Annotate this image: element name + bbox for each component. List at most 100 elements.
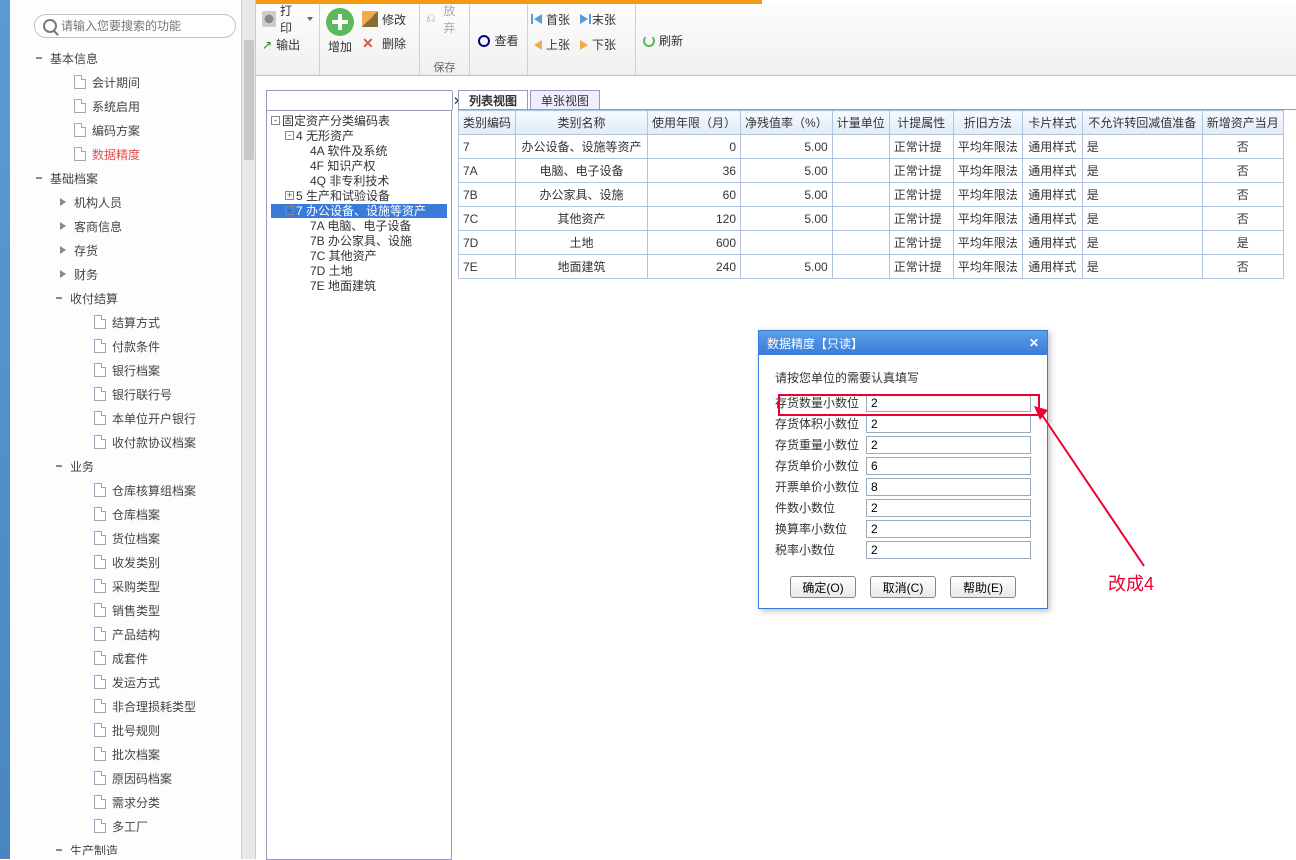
nav-leaf[interactable]: 发运方式 (20, 670, 251, 694)
tree-node[interactable]: +5 生产和试验设备 (271, 189, 447, 203)
data-grid: 类别编码类别名称使用年限（月）净残值率（%）计量单位计提属性折旧方法卡片样式不允… (458, 110, 1284, 279)
modify-button[interactable]: 修改 (362, 8, 406, 30)
nav-sub-org[interactable]: 机构人员 (20, 190, 251, 214)
nav-sub-stock[interactable]: 存货 (20, 238, 251, 262)
dialog-titlebar[interactable]: 数据精度【只读】 ✕ (759, 331, 1047, 355)
help-button[interactable]: 帮助(E) (950, 576, 1016, 598)
nav-leaf[interactable]: 成套件 (20, 646, 251, 670)
doc-icon (74, 147, 86, 161)
nav-leaf[interactable]: 需求分类 (20, 790, 251, 814)
grid-header[interactable]: 折旧方法 (953, 111, 1022, 135)
table-row[interactable]: 7A电脑、电子设备365.00正常计提平均年限法通用样式是否 (459, 159, 1284, 183)
table-row[interactable]: 7C其他资产1205.00正常计提平均年限法通用样式是否 (459, 207, 1284, 231)
nav-leaf[interactable]: 非合理损耗类型 (20, 694, 251, 718)
table-row[interactable]: 7办公设备、设施等资产05.00正常计提平均年限法通用样式是否 (459, 135, 1284, 159)
search-input[interactable] (61, 19, 227, 33)
tree-node[interactable]: 4F 知识产权 (271, 159, 447, 173)
nav-leaf[interactable]: 采购类型 (20, 574, 251, 598)
search-box[interactable] (34, 14, 236, 38)
field-input[interactable] (866, 520, 1031, 538)
tree-node[interactable]: -固定资产分类编码表 (271, 114, 447, 128)
expand-icon[interactable]: - (285, 206, 294, 215)
nav-sub-cust[interactable]: 客商信息 (20, 214, 251, 238)
tree-node[interactable]: 7A 电脑、电子设备 (271, 219, 447, 233)
first-button[interactable]: 首张 (534, 8, 570, 30)
tree-node[interactable]: 7C 其他资产 (271, 249, 447, 263)
grid-header[interactable]: 类别名称 (516, 111, 648, 135)
field-input[interactable] (866, 394, 1031, 412)
last-button[interactable]: 末张 (580, 8, 616, 30)
nav-leaf-code-scheme[interactable]: 编码方案 (20, 118, 251, 142)
tree-node[interactable]: 7B 办公家具、设施 (271, 234, 447, 248)
nav-leaf-sys-enable[interactable]: 系统启用 (20, 94, 251, 118)
tab-single-view[interactable]: 单张视图 (530, 90, 600, 110)
nav-sub-fin[interactable]: 财务 (20, 262, 251, 286)
nav-group-basic-file[interactable]: 基础档案 (20, 166, 251, 190)
nav-group-prod[interactable]: 生产制造 (20, 838, 251, 855)
tab-list-view[interactable]: 列表视图 (458, 90, 528, 110)
field-input[interactable] (866, 457, 1031, 475)
nav-leaf[interactable]: 批号规则 (20, 718, 251, 742)
table-row[interactable]: 7B办公家具、设施605.00正常计提平均年限法通用样式是否 (459, 183, 1284, 207)
nav-leaf[interactable]: 银行档案 (20, 358, 251, 382)
tree-node[interactable]: 4A 软件及系统 (271, 144, 447, 158)
field-input[interactable] (866, 415, 1031, 433)
add-button[interactable]: 增加 (326, 8, 354, 55)
nav-leaf[interactable]: 批次档案 (20, 742, 251, 766)
dialog-close-button[interactable]: ✕ (1029, 336, 1039, 350)
left-scrollbar[interactable] (241, 0, 255, 859)
field-input[interactable] (866, 541, 1031, 559)
table-row[interactable]: 7D土地600正常计提平均年限法通用样式是是 (459, 231, 1284, 255)
view-button[interactable]: 查看 (478, 30, 518, 52)
discard-button[interactable]: ⎌放弃 (426, 8, 463, 30)
nav-leaf[interactable]: 收发类别 (20, 550, 251, 574)
delete-button[interactable]: 删除 (362, 32, 406, 54)
print-button[interactable]: 打印 (262, 8, 313, 30)
nav-leaf[interactable]: 银行联行号 (20, 382, 251, 406)
refresh-button[interactable]: 刷新 (643, 30, 683, 52)
grid-header[interactable]: 卡片样式 (1022, 111, 1082, 135)
tree-node[interactable]: 7D 土地 (271, 264, 447, 278)
field-input[interactable] (866, 478, 1031, 496)
nav-leaf[interactable]: 本单位开户银行 (20, 406, 251, 430)
nav-leaf[interactable]: 货位档案 (20, 526, 251, 550)
nav-leaf[interactable]: 仓库核算组档案 (20, 478, 251, 502)
nav-leaf[interactable]: 收付款协议档案 (20, 430, 251, 454)
grid-header[interactable]: 使用年限（月） (648, 111, 741, 135)
nav-leaf[interactable]: 原因码档案 (20, 766, 251, 790)
expand-icon[interactable]: + (285, 191, 294, 200)
ok-button[interactable]: 确定(O) (790, 576, 856, 598)
nav-leaf[interactable]: 仓库档案 (20, 502, 251, 526)
nav-group-basic-info[interactable]: 基本信息 (20, 46, 251, 70)
table-row[interactable]: 7E地面建筑2405.00正常计提平均年限法通用样式是否 (459, 255, 1284, 279)
cancel-button[interactable]: 取消(C) (870, 576, 936, 598)
grid-header[interactable]: 类别编码 (459, 111, 516, 135)
grid-header[interactable]: 计量单位 (832, 111, 889, 135)
nav-leaf-data-precision[interactable]: 数据精度 (20, 142, 251, 166)
nav-leaf[interactable]: 多工厂 (20, 814, 251, 838)
grid-header[interactable]: 净残值率（%） (741, 111, 833, 135)
next-button[interactable]: 下张 (580, 34, 616, 56)
prev-button[interactable]: 上张 (534, 34, 570, 56)
scrollbar-thumb[interactable] (244, 40, 254, 160)
expand-icon[interactable]: - (271, 116, 280, 125)
grid-header[interactable]: 计提属性 (889, 111, 953, 135)
nav-leaf[interactable]: 销售类型 (20, 598, 251, 622)
nav-leaf[interactable]: 产品结构 (20, 622, 251, 646)
nav-leaf-acct-period[interactable]: 会计期间 (20, 70, 251, 94)
export-button[interactable]: ↗输出 (262, 34, 300, 56)
field-input[interactable] (866, 499, 1031, 517)
nav-group-biz[interactable]: 业务 (20, 454, 251, 478)
tree-node[interactable]: 4Q 非专利技术 (271, 174, 447, 188)
grid-header[interactable]: 不允许转回减值准备 (1082, 111, 1202, 135)
tree-node[interactable]: -4 无形资产 (271, 129, 447, 143)
tree-node[interactable]: 7E 地面建筑 (271, 279, 447, 293)
nav-leaf[interactable]: 付款条件 (20, 334, 251, 358)
tree-node[interactable]: -7 办公设备、设施等资产 (271, 204, 447, 218)
expand-icon[interactable]: - (285, 131, 294, 140)
field-input[interactable] (866, 436, 1031, 454)
tree-filter-input[interactable] (267, 91, 452, 110)
nav-group-pay[interactable]: 收付结算 (20, 286, 251, 310)
nav-leaf[interactable]: 结算方式 (20, 310, 251, 334)
grid-header[interactable]: 新增资产当月 (1202, 111, 1283, 135)
